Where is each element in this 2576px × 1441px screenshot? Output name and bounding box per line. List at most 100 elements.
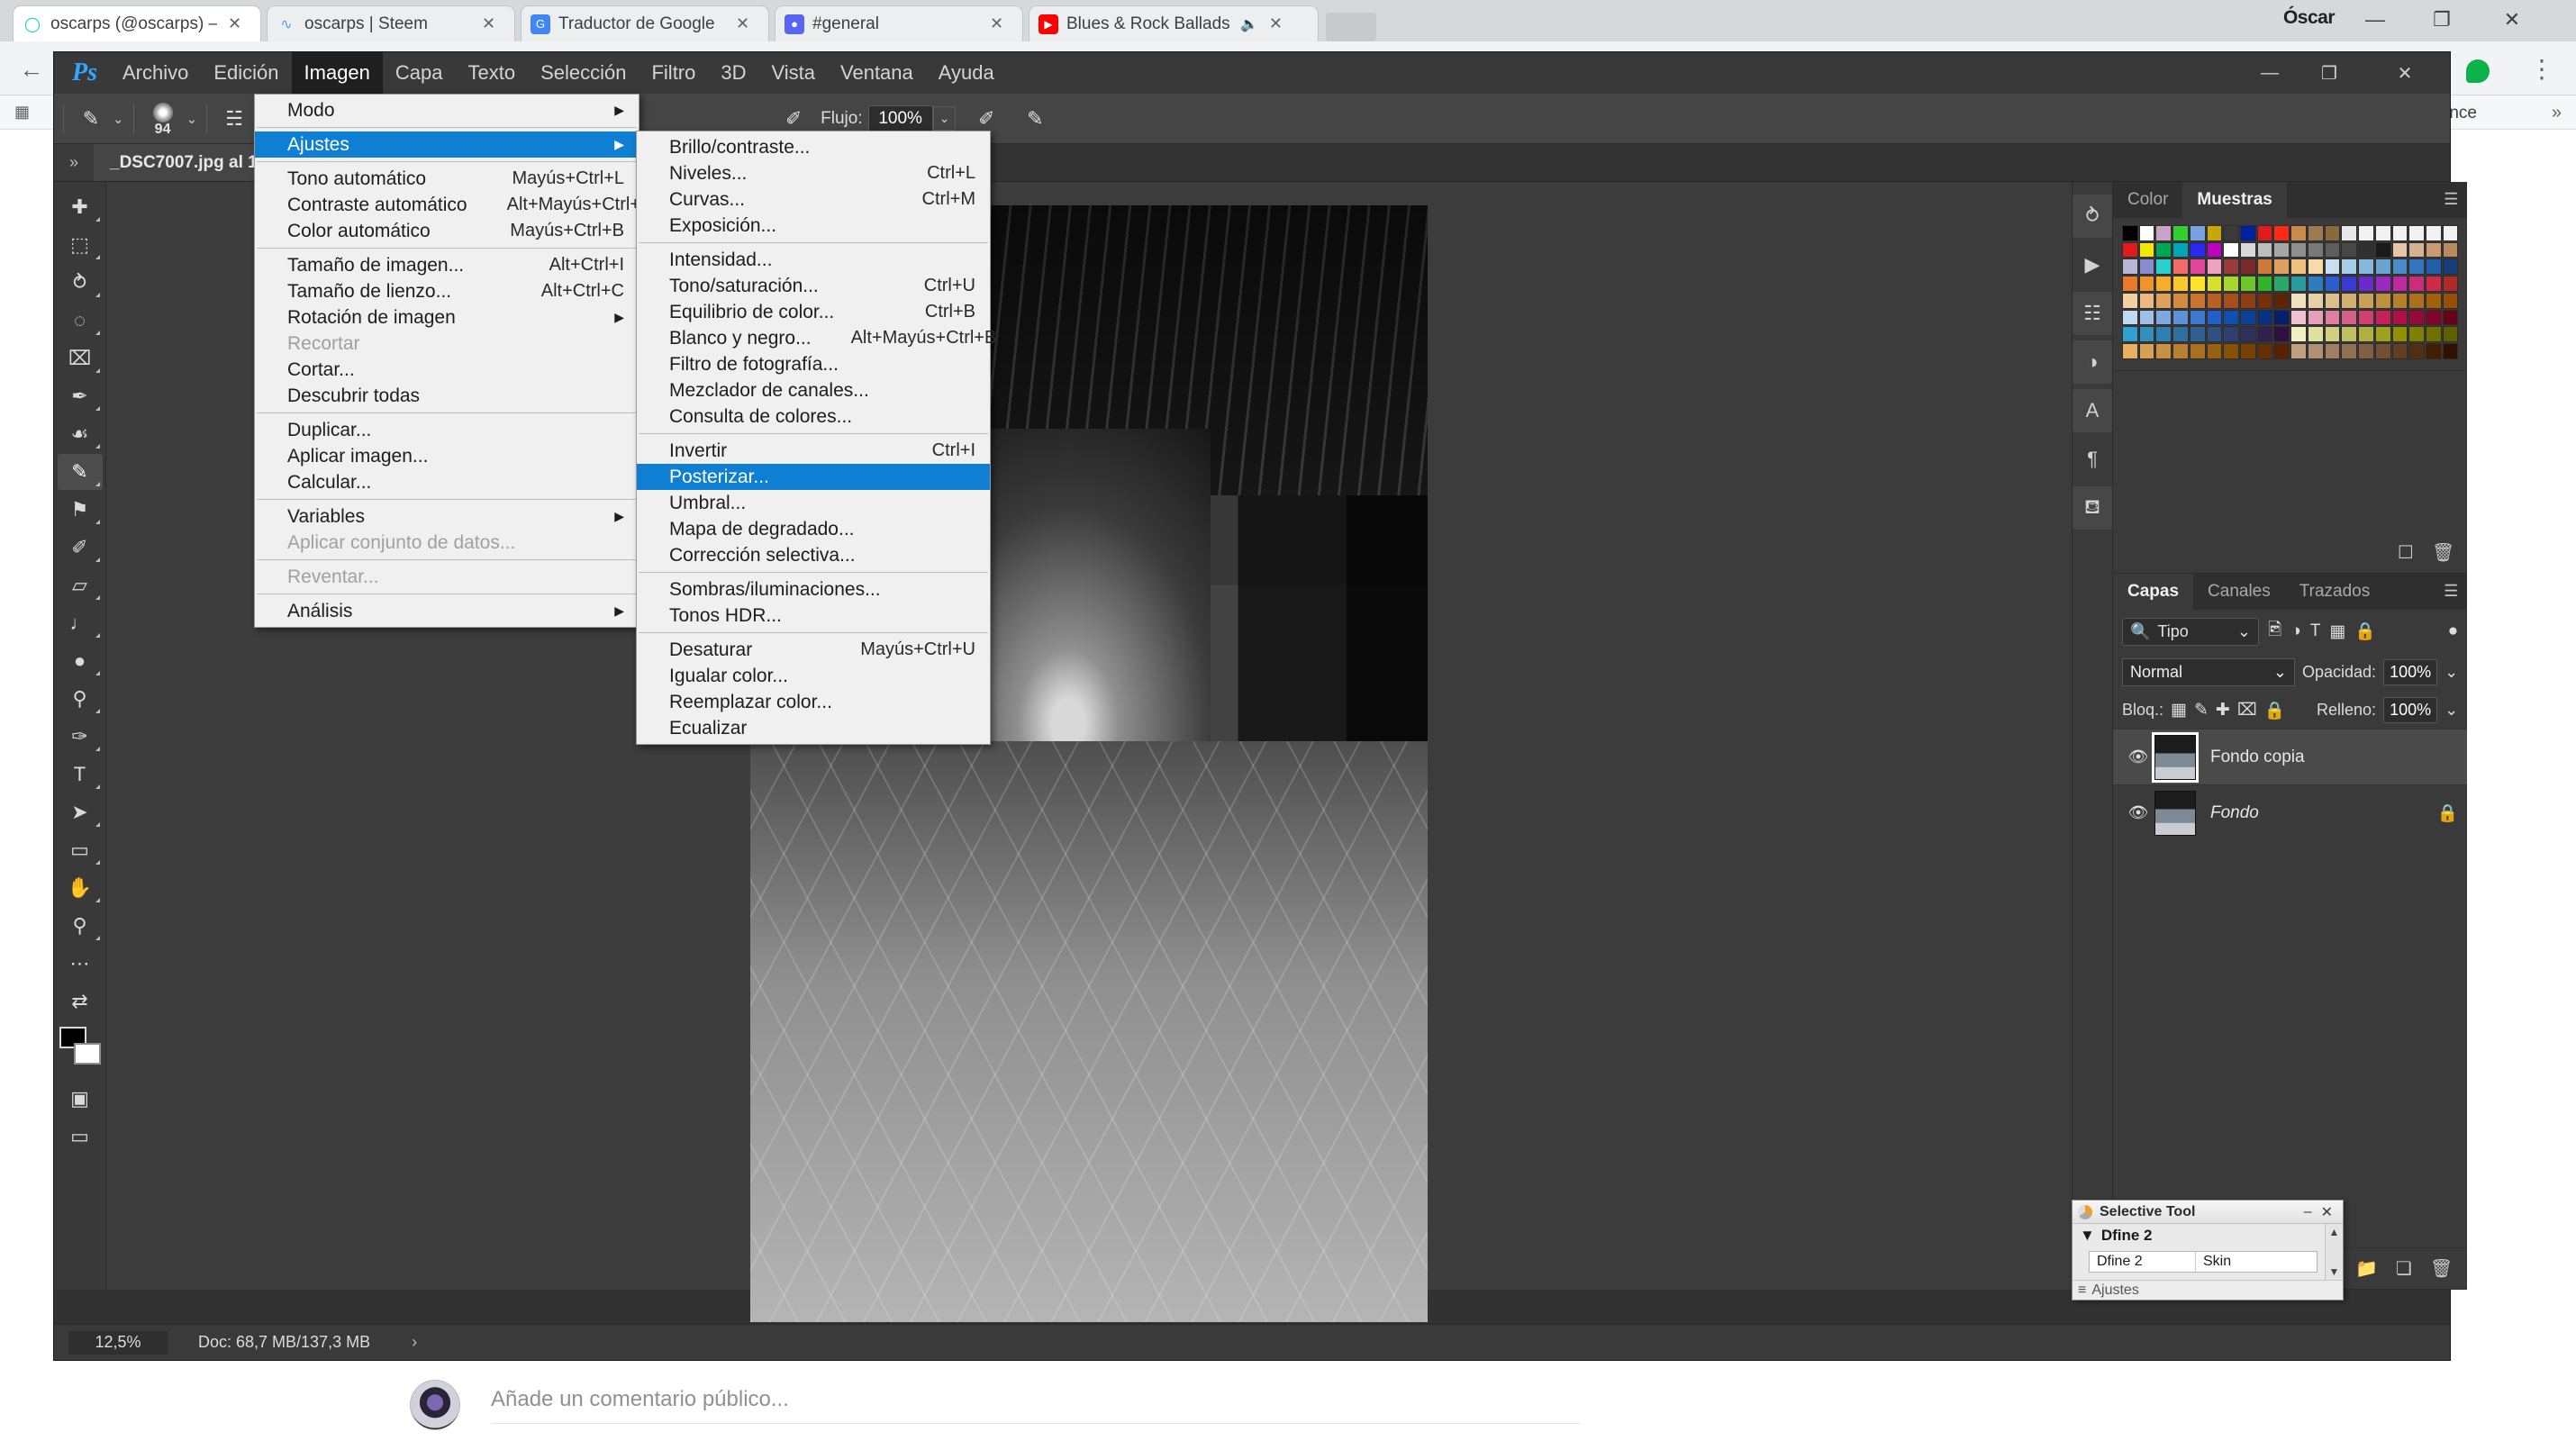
color-swatch[interactable] [2408,241,2425,258]
color-swatch[interactable] [2425,276,2442,292]
color-swatch[interactable] [2240,241,2256,258]
color-swatch[interactable] [2273,225,2290,241]
color-swatch[interactable] [2122,276,2138,292]
menu-item[interactable]: Tono automático Mayús+Ctrl+L [255,166,639,192]
color-swatch[interactable] [2391,258,2408,276]
footer-label[interactable]: Ajustes [2091,1282,2138,1299]
color-swatch[interactable] [2256,343,2273,359]
adjustment-filter-icon[interactable]: ◑ [2290,621,2300,641]
color-swatch[interactable] [2442,292,2459,309]
crop-tool[interactable]: ⌧ [58,340,103,376]
color-swatch[interactable] [2223,241,2240,258]
panel-menu-icon[interactable]: ☰ [2444,583,2458,599]
trash-icon[interactable]: 🗑 [2432,541,2454,564]
panel-menu-icon[interactable]: ☰ [2444,191,2458,207]
color-swatch[interactable] [2374,309,2391,326]
color-swatch[interactable] [2324,276,2341,292]
color-swatch[interactable] [2358,326,2374,343]
menu-item[interactable]: Corrección selectiva... [637,542,990,568]
flow-input[interactable]: 100% [867,104,933,132]
tab-mute-icon[interactable]: 🔈 [1240,15,1258,33]
menu-item[interactable]: Análisis ▶ [255,598,639,624]
color-swatch[interactable] [2223,326,2240,343]
bookmarks-overflow-button[interactable]: » [2552,103,2562,123]
close-icon[interactable]: ✕ [228,14,244,33]
quick-mask-tool[interactable]: ▣ [58,1081,103,1117]
color-swatch[interactable] [2358,292,2374,309]
color-swatch[interactable] [2206,258,2223,276]
menu-capa[interactable]: Capa [383,52,456,94]
color-swatch[interactable] [2425,326,2442,343]
history-brush-tool[interactable]: ✐ [58,530,103,566]
menu-item[interactable]: Contraste automático Alt+Mayús+Ctrl+L [255,192,650,218]
tab-capas[interactable]: Capas [2113,574,2194,610]
color-swatch[interactable] [2442,326,2459,343]
menu-filtro[interactable]: Filtro [639,52,708,94]
color-swatch[interactable] [2324,258,2341,276]
color-swatch[interactable] [2290,326,2307,343]
color-swatch[interactable] [2172,258,2189,276]
tab-muestras[interactable]: Muestras [2182,182,2287,218]
minimize-icon[interactable]: – [2299,1204,2317,1220]
new-panel-icon[interactable]: ☐ [2398,541,2414,564]
color-swatch[interactable] [2240,225,2256,241]
color-swatch[interactable] [2425,225,2442,241]
move-tool[interactable]: ✚ [58,189,103,225]
color-swatch[interactable] [2307,258,2324,276]
chevron-down-icon[interactable]: ⌄ [113,111,124,127]
close-icon[interactable]: ✕ [1269,14,1285,33]
browser-tab-4[interactable]: ▶ Blues & Rock Ballads 🔈 ✕ [1029,5,1319,41]
color-swatch[interactable] [2172,343,2189,359]
menu-item[interactable]: Tamaño de imagen... Alt+Ctrl+I [255,252,639,278]
color-swatch[interactable] [2307,241,2324,258]
brush-tool[interactable]: ✎ [57,454,103,490]
brush-tool-icon[interactable]: ✎ [73,101,109,137]
color-swatch[interactable] [2256,225,2273,241]
menu-item[interactable]: Filtro de fotografía... [637,351,990,377]
color-swatch[interactable] [2206,292,2223,309]
menu-item[interactable]: Tamaño de lienzo... Alt+Ctrl+C [255,278,639,304]
menu-item[interactable]: Desaturar Mayús+Ctrl+U [637,637,990,663]
color-swatch[interactable] [2223,258,2240,276]
menu-item[interactable]: Mapa de degradado... [637,516,990,542]
menu-ventana[interactable]: Ventana [828,52,926,94]
lock-transparency-icon[interactable]: ▦ [2171,700,2187,720]
color-swatch[interactable] [2341,292,2358,309]
color-swatches[interactable] [58,1025,103,1072]
close-icon[interactable]: ✕ [736,14,752,33]
color-swatch[interactable] [2341,309,2358,326]
blur-tool[interactable]: ● [58,643,103,679]
color-swatch[interactable] [2122,309,2138,326]
color-swatch[interactable] [2273,326,2290,343]
color-swatch[interactable] [2425,241,2442,258]
color-swatch[interactable] [2290,225,2307,241]
color-swatch[interactable] [2240,326,2256,343]
color-swatch[interactable] [2290,241,2307,258]
color-swatch[interactable] [2391,326,2408,343]
background-color-swatch[interactable] [73,1043,101,1065]
list-item[interactable]: Dfine 2 Skin [2089,1251,2317,1273]
layer-visibility-icon[interactable]: 👁 [2122,748,2154,766]
new-tab-button[interactable] [1326,13,1376,41]
browser-profile-name[interactable]: Óscar [2283,7,2336,29]
menu-item[interactable]: Cortar... [255,357,639,383]
adjustments-panel-icon[interactable]: ◑ [2073,340,2112,384]
color-swatch[interactable] [2206,276,2223,292]
healing-brush-tool[interactable]: ☙ [58,416,103,452]
color-swatch[interactable] [2307,309,2324,326]
green-drop-extension-icon[interactable] [2466,59,2490,83]
scrollbar[interactable]: ▲ ▼ [2325,1224,2343,1280]
color-swatch[interactable] [2425,343,2442,359]
browser-tab-2[interactable]: G Traductor de Google ✕ [521,5,769,41]
color-swatch[interactable] [2273,241,2290,258]
color-swatch[interactable] [2155,343,2172,359]
browser-tab-3[interactable]: ● #general ✕ [775,5,1023,41]
color-swatch[interactable] [2138,258,2155,276]
color-swatch[interactable] [2391,225,2408,241]
color-swatch[interactable] [2442,309,2459,326]
color-swatch[interactable] [2408,292,2425,309]
menu-item[interactable]: Rotación de imagen ▶ [255,304,639,331]
lock-artboard-icon[interactable]: ⌧ [2237,700,2257,720]
color-swatch[interactable] [2358,225,2374,241]
clone-stamp-tool[interactable]: ⚑ [58,492,103,528]
